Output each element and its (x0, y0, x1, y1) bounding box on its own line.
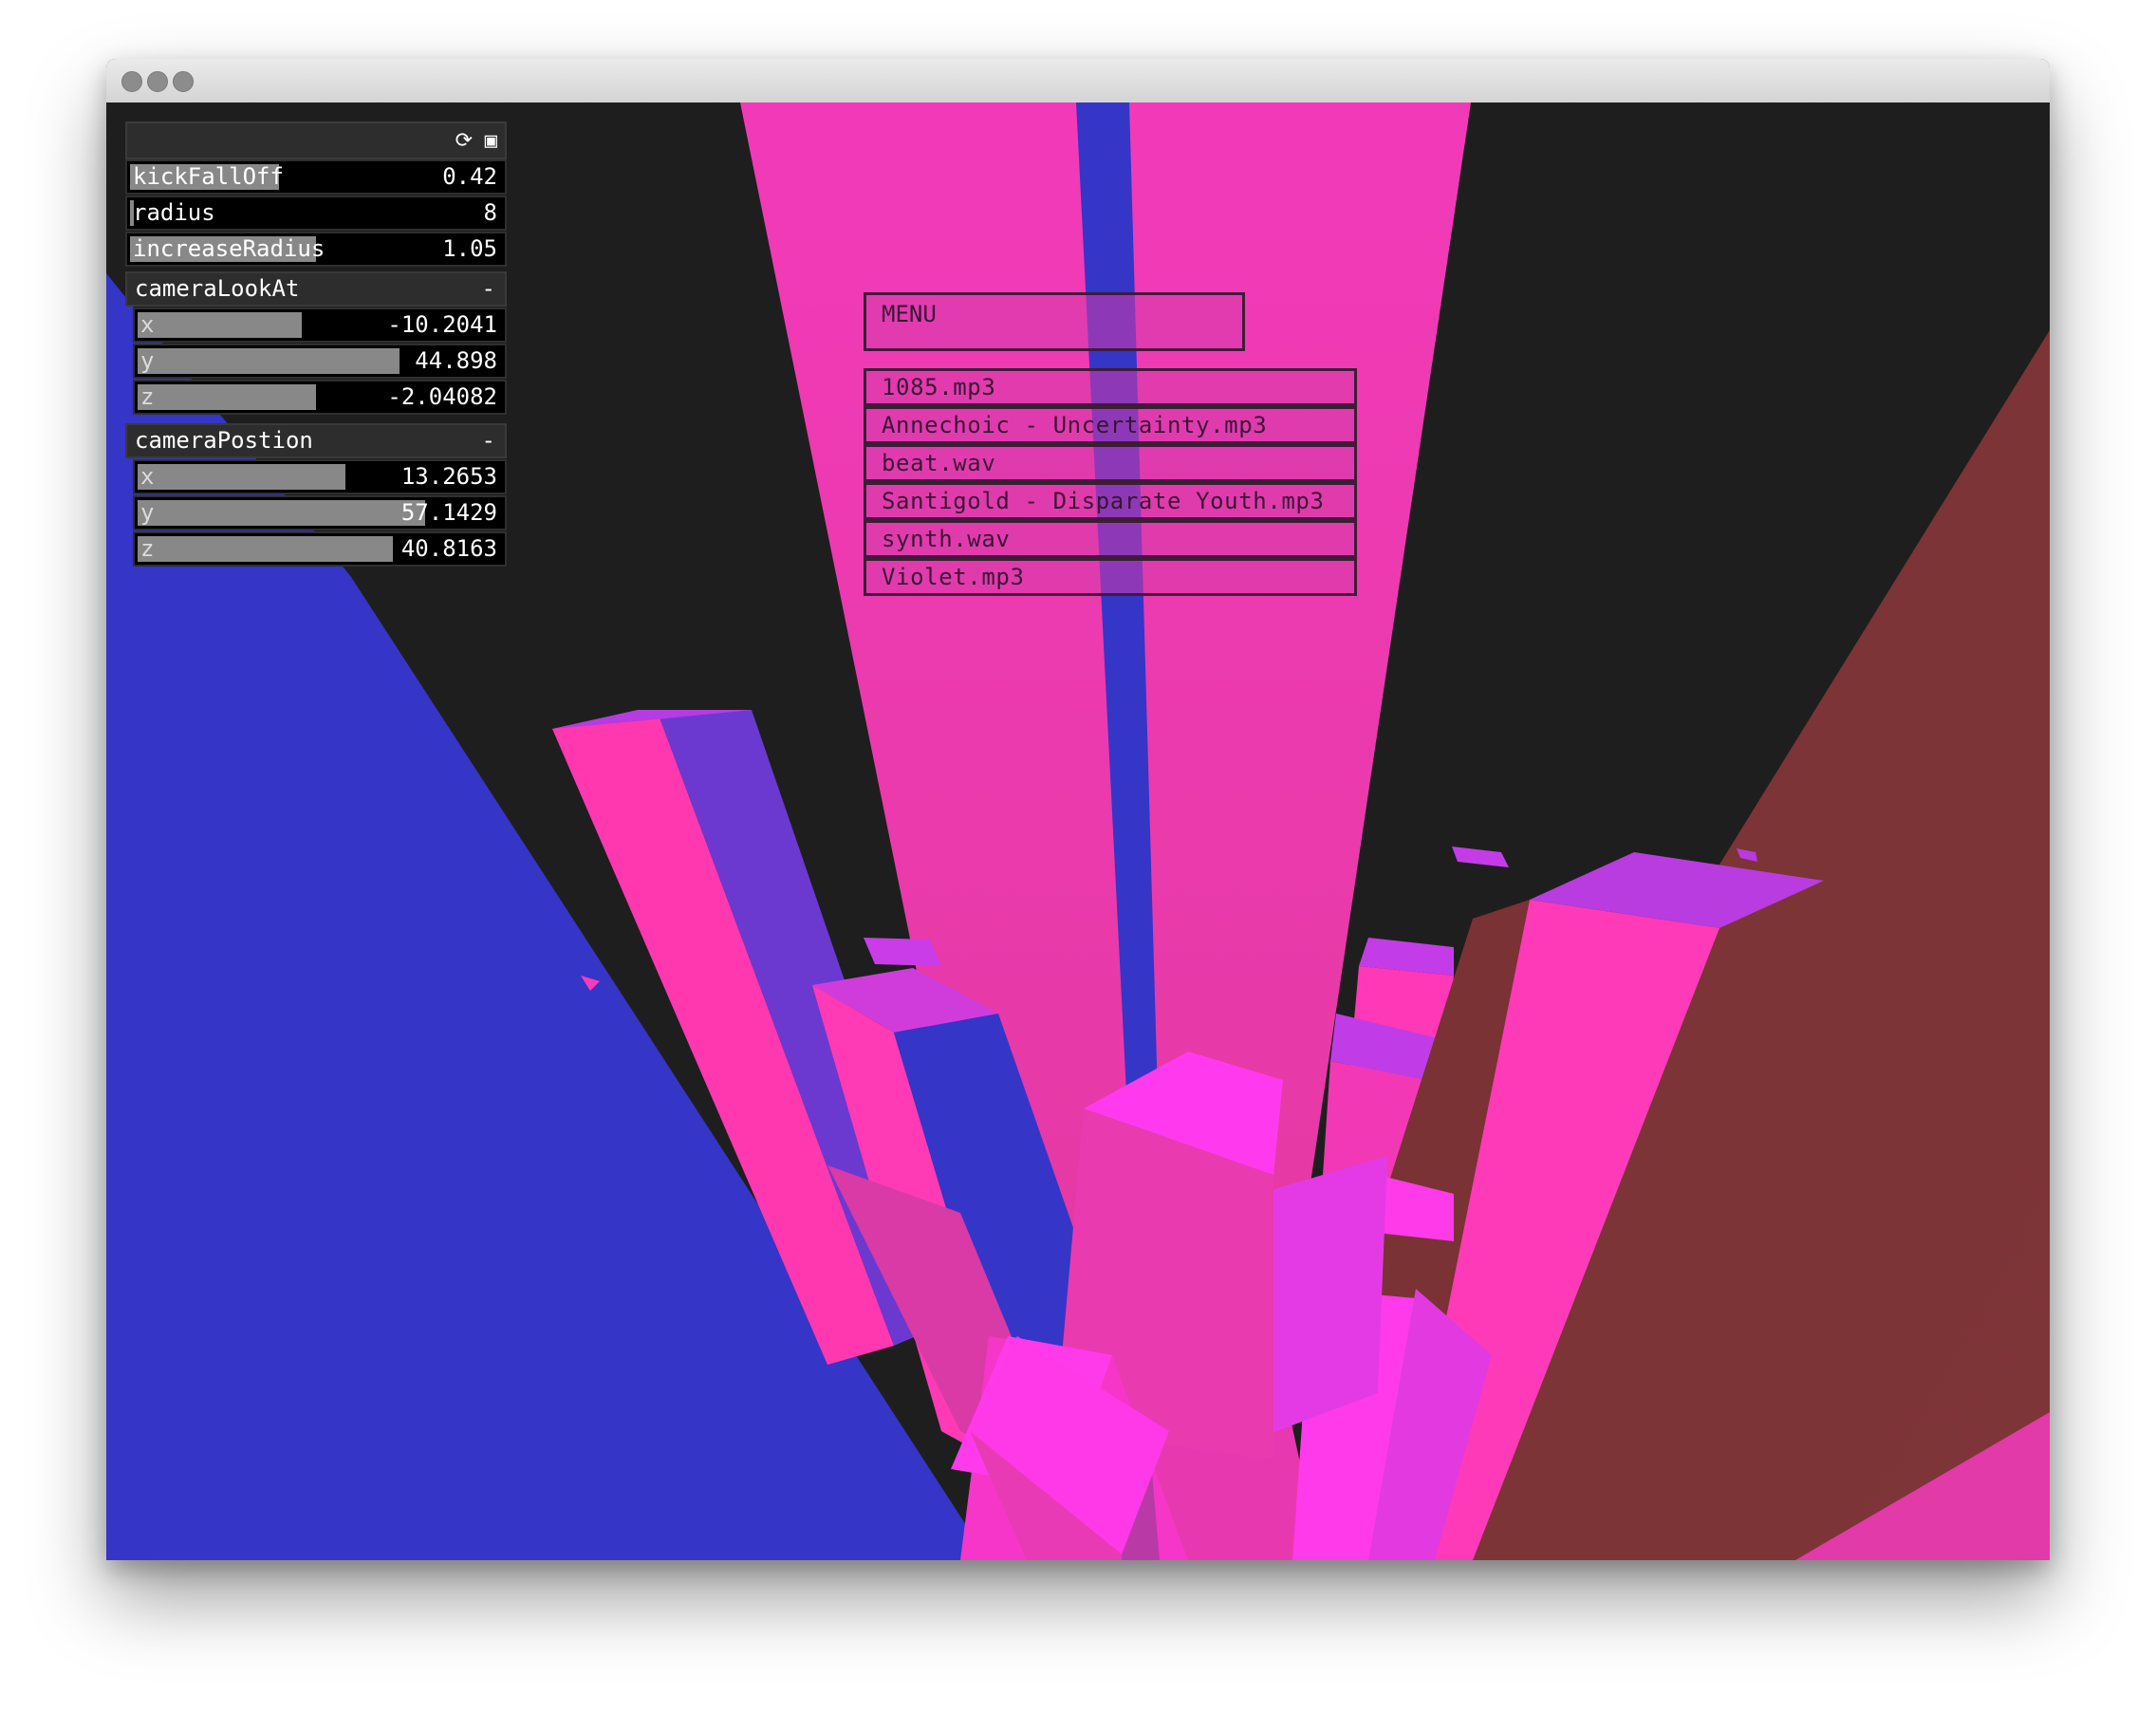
slider-label: y (140, 499, 155, 526)
group-camera-position[interactable]: cameraPostion - (125, 423, 507, 458)
slider-camera-position-y[interactable]: y 57.1429 (133, 495, 507, 530)
menu-title: MENU (882, 301, 937, 327)
slider-value: 40.8163 (400, 535, 497, 562)
slider-kickfalloff[interactable]: kickFallOff 0.42 (125, 159, 507, 195)
slider-label: radius (133, 199, 215, 226)
slider-camera-position-x[interactable]: x 13.2653 (133, 459, 507, 494)
slider-camera-look-at-x[interactable]: x -10.2041 (133, 307, 507, 343)
menu-item-track[interactable]: beat.wav (864, 444, 1357, 482)
slider-fill (138, 312, 302, 338)
menu-item-track[interactable]: Annechoic - Uncertainty.mp3 (864, 406, 1357, 444)
slider-label: kickFallOff (133, 163, 284, 190)
menu-item-label: Violet.mp3 (882, 564, 1025, 590)
slider-label: y (140, 347, 155, 374)
menu-header[interactable]: MENU (864, 292, 1245, 351)
collapse-toggle[interactable]: - (482, 273, 495, 305)
minimize-button[interactable] (147, 71, 168, 92)
slider-value: 44.898 (415, 347, 497, 374)
slider-fill (138, 464, 345, 490)
slider-value: 13.2653 (400, 463, 497, 490)
group-camera-look-at[interactable]: cameraLookAt - (125, 271, 507, 307)
slider-value: 8 (483, 199, 497, 226)
menu-item-label: 1085.mp3 (882, 374, 996, 400)
slider-value: 0.42 (442, 163, 497, 190)
slider-camera-look-at-z[interactable]: z -2.04082 (133, 380, 507, 415)
slider-value: -10.2041 (387, 311, 497, 338)
slider-label: z (140, 535, 155, 562)
slider-value: 57.1429 (400, 499, 497, 526)
menu-item-label: Santigold - Disparate Youth.mp3 (882, 488, 1325, 514)
slider-label: x (140, 311, 155, 338)
collapse-toggle[interactable]: - (482, 425, 495, 456)
panel-header: ⟳ ▣ (125, 121, 507, 159)
menu-item-label: Annechoic - Uncertainty.mp3 (882, 412, 1268, 438)
menu-item-track[interactable]: Violet.mp3 (864, 558, 1357, 596)
group-label: cameraLookAt (135, 275, 300, 302)
slider-value: -2.04082 (387, 383, 497, 410)
slider-label: x (140, 463, 155, 490)
menu-item-track[interactable]: 1085.mp3 (864, 368, 1357, 406)
refresh-icon[interactable]: ⟳ (455, 127, 473, 156)
maximize-button[interactable] (173, 71, 194, 92)
menu-item-label: beat.wav (882, 450, 996, 476)
menu-item-label: synth.wav (882, 526, 1011, 552)
title-bar (106, 59, 2050, 103)
slider-label: z (140, 383, 155, 410)
slider-camera-look-at-y[interactable]: y 44.898 (133, 344, 507, 379)
slider-fill (138, 348, 400, 374)
group-label: cameraPostion (135, 427, 313, 454)
slider-value: 1.05 (442, 235, 497, 262)
slider-radius[interactable]: radius 8 (125, 195, 507, 231)
close-button[interactable] (121, 71, 142, 92)
slider-fill (138, 384, 316, 410)
slider-label: increaseRadius (133, 235, 325, 262)
slider-fill (138, 536, 393, 562)
menu-item-track[interactable]: synth.wav (864, 520, 1357, 558)
save-icon[interactable]: ▣ (485, 127, 497, 156)
slider-increaseradius[interactable]: increaseRadius 1.05 (125, 232, 507, 267)
slider-camera-position-z[interactable]: z 40.8163 (133, 531, 507, 567)
menu-item-track[interactable]: Santigold - Disparate Youth.mp3 (864, 482, 1357, 520)
slider-fill (138, 500, 425, 526)
